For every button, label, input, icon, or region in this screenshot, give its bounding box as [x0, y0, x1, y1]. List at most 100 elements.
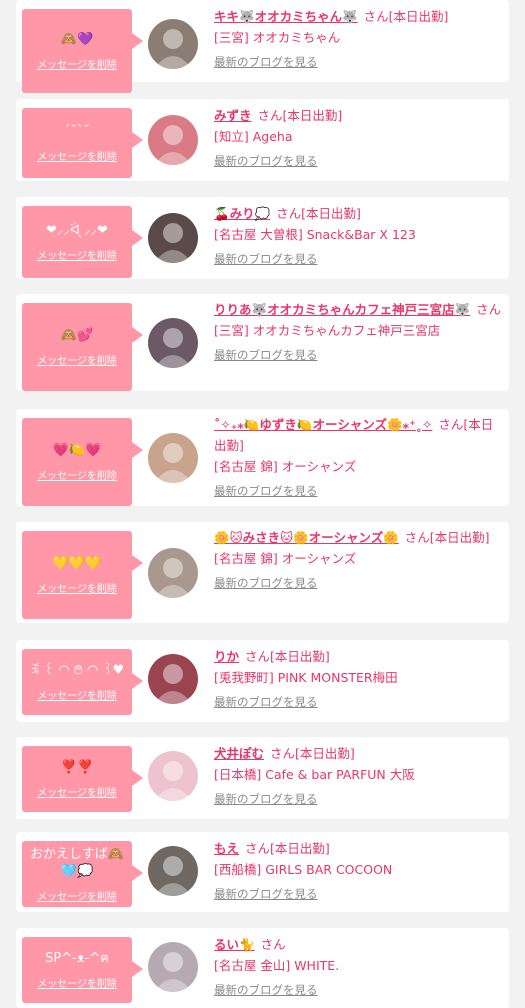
latest-blog-link[interactable]: 最新のブログを見る	[214, 249, 318, 270]
delete-message-link[interactable]: メッセージを削除	[37, 784, 117, 799]
message-text: ˊ˘ˋ˘	[64, 124, 90, 139]
cast-status: さん	[476, 302, 502, 317]
cast-name-link[interactable]: りか	[214, 649, 239, 664]
message-text: 💗🍋💗	[52, 443, 102, 458]
cast-name-line: みずき さん[本日出勤]	[214, 105, 503, 126]
cast-name-link[interactable]: みずき	[214, 108, 252, 123]
delete-message-link[interactable]: メッセージを削除	[37, 888, 117, 903]
latest-blog-link[interactable]: 最新のブログを見る	[214, 481, 318, 502]
cast-name-link[interactable]: キキ🐺オオカミちゃん🐺	[214, 9, 358, 24]
message-card: おかえしすば🙈🩵💭 メッセージを削除 もえ さん[本日出勤] [西船橋] GIRLS B…	[16, 832, 509, 912]
cast-status: さん[本日出勤]	[270, 746, 355, 761]
avatar[interactable]	[148, 318, 198, 368]
cast-info: るい🐈 さん [名古屋 金山] WHITE. 最新のブログを見る	[214, 934, 503, 1001]
cast-name-line: キキ🐺オオカミちゃん🐺 さん[本日出勤]	[214, 6, 503, 27]
cast-name-link[interactable]: もえ	[214, 841, 239, 856]
message-text: ꉂ ꒰ ◠ ࿉ ◠ ꒱♥	[29, 663, 125, 678]
message-card: 💛💛💛 メッセージを削除 🌼🐱みさき🐱🌼オーシャンズ🌼 さん[本日出勤] [名古屋 錦]…	[16, 522, 509, 623]
message-text: 🙈💕	[60, 328, 94, 343]
message-card: 🙈💜 メッセージを削除 キキ🐺オオカミちゃん🐺 さん[本日出勤] [三宮] オオカミちゃ…	[16, 0, 509, 93]
message-card: 🙈💕 メッセージを削除 りりあ🐺オオカミちゃんカフェ神戸三宮店🐺 さん [三宮] オオカ…	[16, 294, 509, 391]
shop-name: [名古屋 金山] WHITE.	[214, 958, 340, 973]
message-card: ˊ˘ˋ˘ メッセージを削除 みずき さん[本日出勤] [知立] Ageha 最新のブログを…	[16, 99, 509, 181]
avatar[interactable]	[148, 654, 198, 704]
message-card: SP^-ᴥ-^ฅ メッセージを削除 るい🐈 さん [名古屋 金山] WHITE. 最新のブ…	[16, 928, 509, 1008]
cast-name-line: りか さん[本日出勤]	[214, 646, 503, 667]
message-card: ❣️❣️ メッセージを削除 犬井ぽむ さん[本日出勤] [日本橋] Cafe & bar…	[16, 737, 509, 819]
delete-message-link[interactable]: メッセージを削除	[37, 352, 117, 367]
cast-info: キキ🐺オオカミちゃん🐺 さん[本日出勤] [三宮] オオカミちゃん最新のブログを見る	[214, 6, 503, 73]
latest-blog-link[interactable]: 最新のブログを見る	[214, 52, 318, 73]
message-bubble: 💛💛💛 メッセージを削除	[22, 531, 143, 619]
latest-blog-link[interactable]: 最新のブログを見る	[214, 789, 318, 810]
cast-info: もえ さん[本日出勤] [西船橋] GIRLS BAR COCOON 最新のブログを見…	[214, 838, 503, 905]
message-card: ꉂ ꒰ ◠ ࿉ ◠ ꒱♥ メッセージを削除 りか さん[本日出勤] [兎我野町] PIN…	[16, 640, 509, 722]
avatar[interactable]	[148, 942, 198, 992]
cast-info: 犬井ぽむ さん[本日出勤] [日本橋] Cafe & bar PARFUN 大阪最新…	[214, 743, 503, 810]
cast-status: さん	[260, 937, 286, 952]
cast-name-line: 🌼🐱みさき🐱🌼オーシャンズ🌼 さん[本日出勤]	[214, 527, 503, 548]
delete-message-link[interactable]: メッセージを削除	[37, 56, 117, 71]
message-text: ❤︎⸝⸝ᐛ ̖⸝⸝❤︎	[46, 223, 108, 238]
message-bubble: 🙈💕 メッセージを削除	[22, 303, 143, 391]
cast-name-link[interactable]: ˚✧₊⁎🍋ゆずき🍋オーシャンズ🌼⁎⁺˳✧	[214, 417, 432, 432]
cast-info: りか さん[本日出勤] [兎我野町] PINK MONSTER梅田最新のブログを見る	[214, 646, 503, 713]
cast-name-link[interactable]: 犬井ぽむ	[214, 746, 264, 761]
cast-name-link[interactable]: るい🐈	[214, 937, 255, 952]
cast-status: さん[本日出勤]	[245, 649, 330, 664]
shop-name: [日本橋] Cafe & bar PARFUN 大阪	[214, 767, 415, 782]
latest-blog-link[interactable]: 最新のブログを見る	[214, 345, 318, 366]
delete-message-link[interactable]: メッセージを削除	[37, 975, 117, 990]
delete-message-link[interactable]: メッセージを削除	[37, 687, 117, 702]
message-card: 💗🍋💗 メッセージを削除 ˚✧₊⁎🍋ゆずき🍋オーシャンズ🌼⁎⁺˳✧ さん[本日出勤] […	[16, 409, 509, 506]
message-bubble: ❣️❣️ メッセージを削除	[22, 746, 143, 812]
delete-message-link[interactable]: メッセージを削除	[37, 467, 117, 482]
avatar[interactable]	[148, 433, 198, 483]
message-text: SP^-ᴥ-^ฅ	[45, 951, 109, 966]
cast-info: 🍒みり💭 さん[本日出勤] [名古屋 大曽根] Snack&Bar X 123 最新の…	[214, 203, 503, 270]
message-bubble: 💗🍋💗 メッセージを削除	[22, 418, 143, 506]
shop-name: [三宮] オオカミちゃん	[214, 30, 341, 45]
latest-blog-link[interactable]: 最新のブログを見る	[214, 692, 318, 713]
message-bubble: SP^-ᴥ-^ฅ メッセージを削除	[22, 937, 143, 1003]
latest-blog-link[interactable]: 最新のブログを見る	[214, 980, 318, 1001]
avatar[interactable]	[148, 213, 198, 263]
shop-name: [名古屋 大曽根] Snack&Bar X 123	[214, 227, 416, 242]
cast-name-line: もえ さん[本日出勤]	[214, 838, 503, 859]
message-bubble: おかえしすば🙈🩵💭 メッセージを削除	[22, 841, 143, 907]
latest-blog-link[interactable]: 最新のブログを見る	[214, 573, 318, 594]
cast-info: ˚✧₊⁎🍋ゆずき🍋オーシャンズ🌼⁎⁺˳✧ さん[本日出勤] [名古屋 錦] オーシャ…	[214, 414, 503, 502]
shop-name: [名古屋 錦] オーシャンズ	[214, 459, 357, 474]
message-text: 💛💛💛	[52, 556, 102, 571]
cast-status: さん[本日出勤]	[363, 9, 449, 24]
cast-name-line: りりあ🐺オオカミちゃんカフェ神戸三宮店🐺 さん	[214, 299, 503, 320]
shop-name: [知立] Ageha	[214, 129, 293, 144]
message-text: ❣️❣️	[60, 760, 94, 775]
cast-name-link[interactable]: 🌼🐱みさき🐱🌼オーシャンズ🌼	[214, 530, 399, 545]
latest-blog-link[interactable]: 最新のブログを見る	[214, 151, 318, 172]
cast-status: さん[本日出勤]	[245, 841, 330, 856]
message-text: おかえしすば🙈🩵💭	[30, 846, 124, 879]
avatar[interactable]	[148, 548, 198, 598]
delete-message-link[interactable]: メッセージを削除	[37, 148, 117, 163]
delete-message-link[interactable]: メッセージを削除	[37, 247, 117, 262]
cast-name-link[interactable]: 🍒みり💭	[214, 206, 270, 221]
message-bubble: ꉂ ꒰ ◠ ࿉ ◠ ꒱♥ メッセージを削除	[22, 649, 143, 715]
avatar[interactable]	[148, 19, 198, 69]
cast-name-line: ˚✧₊⁎🍋ゆずき🍋オーシャンズ🌼⁎⁺˳✧ さん[本日出勤]	[214, 414, 503, 456]
cast-name-link[interactable]: りりあ🐺オオカミちゃんカフェ神戸三宮店🐺	[214, 302, 470, 317]
avatar[interactable]	[148, 846, 198, 896]
delete-message-link[interactable]: メッセージを削除	[37, 580, 117, 595]
message-bubble: ˊ˘ˋ˘ メッセージを削除	[22, 108, 143, 178]
latest-blog-link[interactable]: 最新のブログを見る	[214, 884, 318, 905]
shop-name: [兎我野町] PINK MONSTER梅田	[214, 670, 398, 685]
cast-info: りりあ🐺オオカミちゃんカフェ神戸三宮店🐺 さん [三宮] オオカミちゃんカフェ神戸三…	[214, 299, 503, 366]
cast-status: さん[本日出勤]	[257, 108, 343, 123]
avatar[interactable]	[148, 115, 198, 165]
message-text: 🙈💜	[60, 32, 94, 47]
message-bubble: ❤︎⸝⸝ᐛ ̖⸝⸝❤︎ メッセージを削除	[22, 206, 143, 278]
cast-status: さん[本日出勤]	[276, 206, 361, 221]
cast-name-line: るい🐈 さん	[214, 934, 503, 955]
avatar[interactable]	[148, 751, 198, 801]
message-bubble: 🙈💜 メッセージを削除	[22, 9, 143, 93]
